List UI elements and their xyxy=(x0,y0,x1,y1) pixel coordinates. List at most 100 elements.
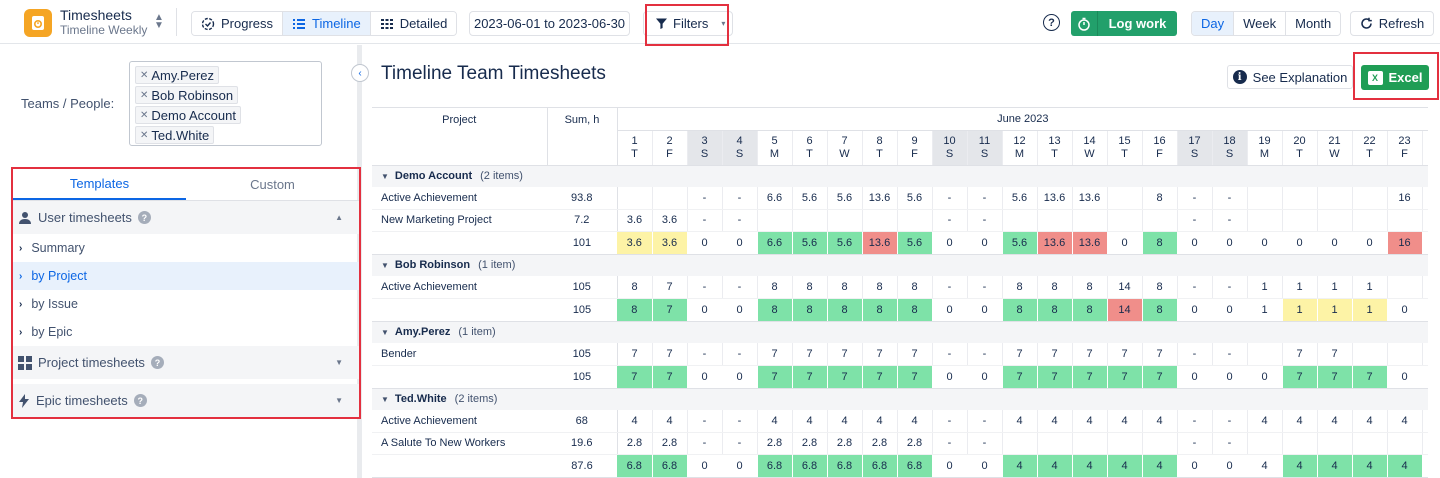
timesheets-app-icon[interactable] xyxy=(24,9,52,37)
hours-cell[interactable]: 4 xyxy=(1282,410,1318,433)
hours-cell[interactable] xyxy=(792,209,828,232)
timeline-view-button[interactable]: Timeline xyxy=(283,12,371,35)
person-chip[interactable]: ✕ Demo Account xyxy=(135,106,241,124)
hours-cell[interactable]: 7 xyxy=(1037,343,1073,366)
people-selector[interactable]: ✕ Amy.Perez ✕ Bob Robinson ✕ Demo Account ✕… xyxy=(129,61,322,146)
hours-cell[interactable]: 2.8 xyxy=(652,432,688,455)
hours-cell[interactable]: - xyxy=(687,343,723,366)
template-summary[interactable]: › Summary xyxy=(13,234,359,262)
hours-cell[interactable]: - xyxy=(687,410,723,433)
hours-cell[interactable]: 7 xyxy=(1317,343,1353,366)
hours-cell[interactable]: - xyxy=(967,276,1003,299)
hours-cell[interactable]: - xyxy=(967,343,1003,366)
hours-cell[interactable]: 8 xyxy=(1037,276,1073,299)
hours-cell[interactable]: 7 xyxy=(792,343,828,366)
hours-cell[interactable]: 7 xyxy=(652,276,688,299)
hours-cell[interactable]: 5.6 xyxy=(1002,187,1038,210)
switch-chevron-icon[interactable]: ▲ ▼ xyxy=(153,13,165,32)
hours-cell[interactable] xyxy=(1247,187,1283,210)
hours-cell[interactable]: - xyxy=(967,209,1003,232)
hours-cell[interactable]: - xyxy=(1212,187,1248,210)
hours-cell[interactable]: 7 xyxy=(617,343,653,366)
hours-cell[interactable]: 7 xyxy=(827,343,863,366)
hours-cell[interactable]: 13.6 xyxy=(1037,187,1073,210)
hours-cell[interactable] xyxy=(1107,432,1143,455)
hours-cell[interactable] xyxy=(1002,432,1038,455)
hours-cell[interactable]: 7 xyxy=(1107,343,1143,366)
remove-icon[interactable]: ✕ xyxy=(140,110,148,121)
hours-cell[interactable] xyxy=(1247,343,1283,366)
hours-cell[interactable]: 4 xyxy=(1247,410,1283,433)
hours-cell[interactable] xyxy=(1247,432,1283,455)
hours-cell[interactable]: - xyxy=(932,209,968,232)
project-name[interactable]: Active Achievement xyxy=(372,276,547,299)
hours-cell[interactable]: - xyxy=(722,410,758,433)
hours-cell[interactable]: 7 xyxy=(862,343,898,366)
chevron-down-icon[interactable]: ▼ xyxy=(335,358,343,367)
hours-cell[interactable] xyxy=(1352,187,1388,210)
hours-cell[interactable] xyxy=(1282,432,1318,455)
hours-cell[interactable]: - xyxy=(932,343,968,366)
hours-cell[interactable]: 4 xyxy=(897,410,933,433)
hours-cell[interactable]: 4 xyxy=(792,410,828,433)
hours-cell[interactable]: 4 xyxy=(1317,410,1353,433)
caret-down-icon[interactable]: ▼ xyxy=(381,328,389,337)
hours-cell[interactable] xyxy=(1282,209,1318,232)
help-icon[interactable]: ? xyxy=(133,394,147,407)
hours-cell[interactable]: - xyxy=(1212,276,1248,299)
hours-cell[interactable] xyxy=(1002,209,1038,232)
person-group-cell[interactable]: ▼ Amy.Perez (1 item) xyxy=(372,321,1428,343)
chevron-down-icon[interactable]: ▼ xyxy=(335,396,343,405)
hours-cell[interactable]: 8 xyxy=(617,276,653,299)
hours-cell[interactable]: 16 xyxy=(1387,187,1423,210)
day-button[interactable]: Day xyxy=(1192,12,1235,35)
hours-cell[interactable]: - xyxy=(1177,410,1213,433)
hours-cell[interactable]: 4 xyxy=(652,410,688,433)
hours-cell[interactable]: 8 xyxy=(862,276,898,299)
hours-cell[interactable]: 4 xyxy=(757,410,793,433)
hours-cell[interactable]: - xyxy=(1212,410,1248,433)
detailed-view-button[interactable]: Detailed xyxy=(370,12,457,35)
hours-cell[interactable] xyxy=(1387,209,1423,232)
caret-down-icon[interactable]: ▼ xyxy=(381,261,389,270)
project-name[interactable]: Active Achievement xyxy=(372,187,547,210)
person-group-cell[interactable]: ▼ Bob Robinson (1 item) xyxy=(372,254,1428,276)
hours-cell[interactable]: 3.6 xyxy=(652,209,688,232)
hours-cell[interactable]: - xyxy=(1177,187,1213,210)
tab-custom[interactable]: Custom xyxy=(186,169,359,200)
date-range-picker[interactable]: 2023-06-01 to 2023-06-30 xyxy=(469,11,630,36)
user-timesheets-group[interactable]: User timesheets ? ▲ xyxy=(13,201,359,234)
hours-cell[interactable] xyxy=(827,209,863,232)
person-chip[interactable]: ✕ Bob Robinson xyxy=(135,86,239,104)
progress-view-button[interactable]: Progress xyxy=(192,12,284,35)
hours-cell[interactable]: 13.6 xyxy=(1072,187,1108,210)
hours-cell[interactable] xyxy=(1352,209,1388,232)
hours-cell[interactable]: 8 xyxy=(1142,187,1178,210)
hours-cell[interactable]: - xyxy=(722,276,758,299)
hours-cell[interactable]: - xyxy=(967,187,1003,210)
hours-cell[interactable]: 8 xyxy=(1002,276,1038,299)
log-work-button[interactable]: Log work xyxy=(1071,11,1177,36)
hours-cell[interactable]: - xyxy=(1212,432,1248,455)
hours-cell[interactable]: 7 xyxy=(1282,343,1318,366)
hours-cell[interactable] xyxy=(1317,432,1353,455)
hours-cell[interactable] xyxy=(897,209,933,232)
refresh-button[interactable]: Refresh xyxy=(1350,11,1434,36)
project-name[interactable]: A Salute To New Workers xyxy=(372,432,547,455)
hours-cell[interactable]: 3.6 xyxy=(617,209,653,232)
collapse-panel-icon[interactable]: ‹ xyxy=(351,64,369,82)
hours-cell[interactable] xyxy=(862,209,898,232)
template-by-project[interactable]: › by Project xyxy=(13,262,359,290)
hours-cell[interactable]: 4 xyxy=(1142,410,1178,433)
hours-cell[interactable] xyxy=(1072,432,1108,455)
project-name[interactable]: New Marketing Project xyxy=(372,209,547,232)
help-icon[interactable]: ? xyxy=(150,356,164,369)
hours-cell[interactable] xyxy=(1247,209,1283,232)
hours-cell[interactable]: 4 xyxy=(1352,410,1388,433)
hours-cell[interactable] xyxy=(1107,209,1143,232)
person-group-row[interactable]: ▼ Amy.Perez (1 item) xyxy=(372,321,1428,343)
hours-cell[interactable]: 2.8 xyxy=(617,432,653,455)
hours-cell[interactable]: 7 xyxy=(1072,343,1108,366)
hours-cell[interactable]: 13.6 xyxy=(862,187,898,210)
hours-cell[interactable] xyxy=(1107,187,1143,210)
